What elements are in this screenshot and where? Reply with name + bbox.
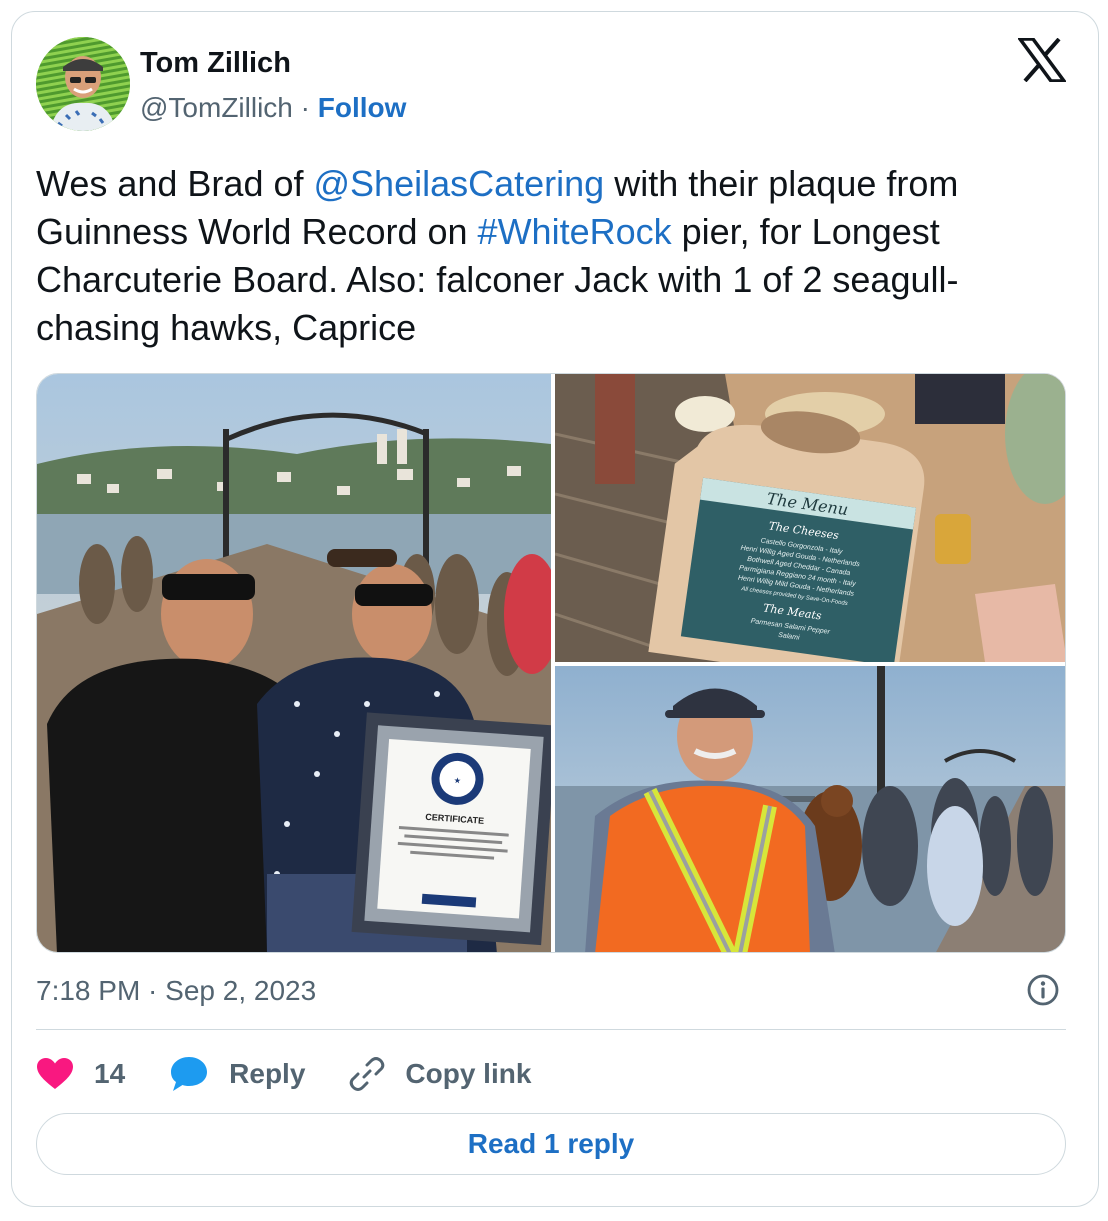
author-name[interactable]: Tom Zillich [140,47,291,80]
heart-icon [37,1058,73,1089]
timestamp-date[interactable]: Sep 2, 2023 [165,975,316,1006]
photo-menu[interactable]: The Menu The Cheeses Castello Gorgonzola… [555,374,1065,662]
like-button[interactable]: 14 [36,1057,125,1091]
author-handle-row: @TomZillich · Follow [140,92,406,124]
divider [36,1029,1066,1030]
author-handle[interactable]: @TomZillich [140,92,293,123]
hashtag-link[interactable]: #WhiteRock [478,211,672,252]
photo-falconer[interactable] [555,666,1065,952]
copy-link-button[interactable]: Copy link [349,1056,531,1092]
mention-link[interactable]: @SheilasCatering [314,163,605,204]
media-grid: ★ CERTIFICATE The Menu The Cheeses Caste… [36,373,1066,953]
reply-label: Reply [229,1058,306,1089]
timestamp-separator: · [140,975,166,1006]
info-icon[interactable] [1026,973,1060,1007]
tweet-text-part-1: Wes and Brad of [36,163,314,204]
tweet-text: Wes and Brad of @SheilasCatering with th… [36,160,1076,352]
photo-certificate[interactable]: ★ CERTIFICATE [37,374,551,952]
timestamp-time[interactable]: 7:18 PM [36,975,140,1006]
follow-button[interactable]: Follow [318,92,407,123]
read-replies-button[interactable]: Read 1 reply [36,1113,1066,1175]
timestamp[interactable]: 7:18 PM · Sep 2, 2023 [36,975,316,1007]
speech-bubble-icon [171,1057,208,1091]
like-count: 14 [94,1058,126,1089]
x-logo-icon[interactable] [1016,37,1068,83]
copy-link-label: Copy link [405,1058,532,1089]
link-icon [350,1057,385,1091]
action-bar: 14 Reply Copy link [36,1050,575,1098]
handle-separator: · [292,92,318,123]
avatar[interactable] [36,37,130,131]
reply-button[interactable]: Reply [169,1055,305,1093]
